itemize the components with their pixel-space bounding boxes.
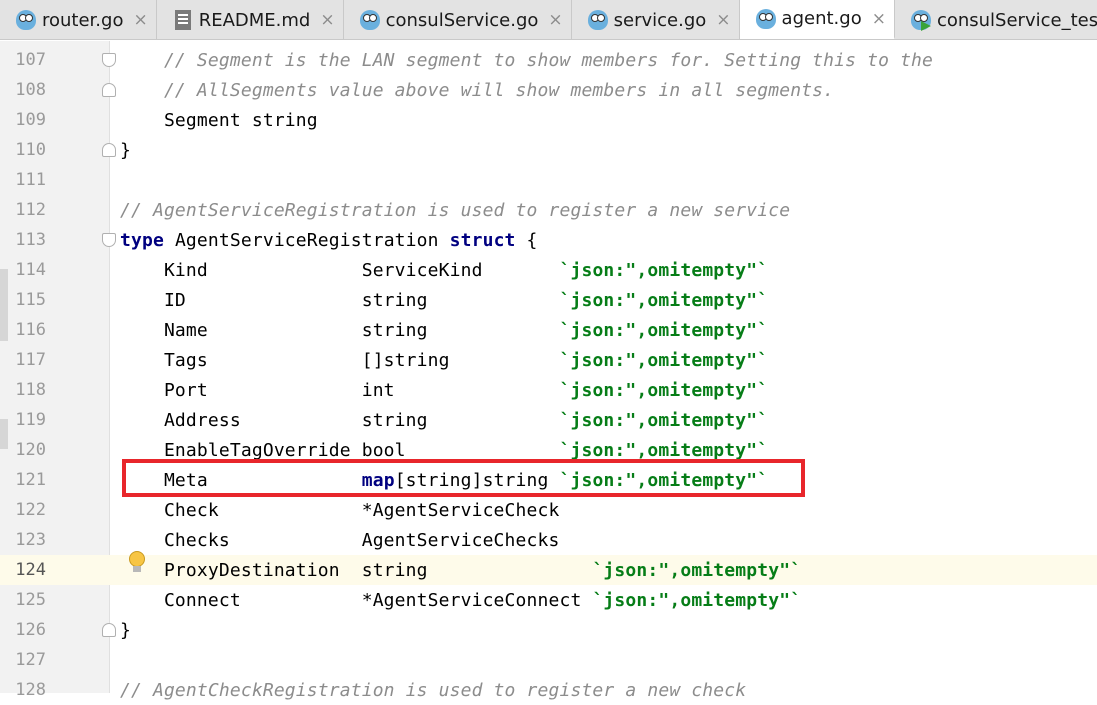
line-text: Tags []string `json:",omitempty"` <box>120 349 769 371</box>
code-line[interactable]: 109 Segment string <box>0 105 1097 135</box>
tab-label: consulService.go <box>385 9 539 31</box>
code-line[interactable]: 110 } <box>0 135 1097 165</box>
line-text: Address string `json:",omitempty"` <box>120 409 769 431</box>
line-text: Check *AgentServiceCheck <box>120 499 560 521</box>
line-text: ID string `json:",omitempty"` <box>120 289 769 311</box>
line-text: Connect *AgentServiceConnect `json:",omi… <box>120 589 802 611</box>
gopher-icon <box>359 9 380 31</box>
line-number: 112 <box>15 200 46 220</box>
close-icon[interactable]: × <box>320 10 334 30</box>
line-number: 108 <box>15 80 46 100</box>
code-line[interactable]: 119 Address string `json:",omitempty"` <box>0 405 1097 435</box>
line-text: EnableTagOverride bool `json:",omitempty… <box>120 439 769 461</box>
line-number: 119 <box>15 410 46 430</box>
fold-marker-icon[interactable] <box>102 53 116 67</box>
code-line[interactable]: 116 Name string `json:",omitempty"` <box>0 315 1097 345</box>
line-number: 127 <box>15 650 46 670</box>
gopher-icon <box>16 9 36 31</box>
code-line[interactable]: 125 Connect *AgentServiceConnect `json:"… <box>0 585 1097 615</box>
code-line[interactable]: 128 // AgentCheckRegistration is used to… <box>0 675 1097 705</box>
code-line[interactable]: 126 } <box>0 615 1097 645</box>
tab-label: router.go <box>42 9 124 31</box>
code-line[interactable]: 115 ID string `json:",omitempty"` <box>0 285 1097 315</box>
line-text: // Segment is the LAN segment to show me… <box>120 49 934 71</box>
line-number: 110 <box>15 140 46 160</box>
line-number: 125 <box>15 590 46 610</box>
fold-marker-icon[interactable] <box>102 623 116 637</box>
code-line-highlighted[interactable]: 121 Meta map[string]string `json:",omite… <box>0 465 1097 495</box>
line-text: Segment string <box>120 109 318 131</box>
lightbulb-icon[interactable] <box>127 551 147 577</box>
tab-consulservice-test-go[interactable]: consulService_test.go × <box>894 0 1097 39</box>
fold-marker-icon[interactable] <box>102 143 116 157</box>
markdown-file-icon <box>173 9 193 31</box>
line-number: 114 <box>15 260 46 280</box>
line-number: 113 <box>15 230 46 250</box>
code-line[interactable]: 122 Check *AgentServiceCheck <box>0 495 1097 525</box>
gopher-icon <box>755 8 776 30</box>
tab-router-go[interactable]: router.go × <box>0 0 157 39</box>
line-number: 124 <box>15 560 46 580</box>
editor-tab-bar: router.go × README.md × consulService.go… <box>0 0 1097 40</box>
line-text: } <box>120 619 131 641</box>
line-number: 121 <box>15 470 46 490</box>
code-line[interactable]: 118 Port int `json:",omitempty"` <box>0 375 1097 405</box>
line-number: 116 <box>15 320 46 340</box>
tab-consulservice-go[interactable]: consulService.go × <box>343 0 572 39</box>
line-text: Checks AgentServiceChecks <box>120 529 560 551</box>
tab-label: agent.go <box>781 8 862 29</box>
tab-agent-go[interactable]: agent.go × <box>739 0 895 39</box>
tab-service-go[interactable]: service.go × <box>571 0 740 39</box>
code-line[interactable]: 127 <box>0 645 1097 675</box>
line-text: // AllSegments value above will show mem… <box>120 79 835 101</box>
fold-marker-icon[interactable] <box>102 233 116 247</box>
line-text: Meta map[string]string `json:",omitempty… <box>120 469 769 491</box>
line-number: 118 <box>15 380 46 400</box>
line-text: // AgentCheckRegistration is used to reg… <box>120 679 747 701</box>
code-line[interactable]: 107 // Segment is the LAN segment to sho… <box>0 45 1097 75</box>
code-line[interactable]: 117 Tags []string `json:",omitempty"` <box>0 345 1097 375</box>
tab-label: consulService_test.go <box>936 9 1097 31</box>
code-line[interactable]: 123 Checks AgentServiceChecks <box>0 525 1097 555</box>
line-number: 120 <box>15 440 46 460</box>
tab-label: service.go <box>613 9 707 31</box>
close-icon[interactable]: × <box>133 10 147 30</box>
code-editor[interactable]: 107 // Segment is the LAN segment to sho… <box>0 41 1097 701</box>
gopher-icon <box>587 9 608 31</box>
line-text: type AgentServiceRegistration struct { <box>120 229 538 251</box>
line-text: Kind ServiceKind `json:",omitempty"` <box>120 259 769 281</box>
line-text: // AgentServiceRegistration is used to r… <box>120 199 791 221</box>
code-line[interactable]: 112 // AgentServiceRegistration is used … <box>0 195 1097 225</box>
code-line[interactable]: 120 EnableTagOverride bool `json:",omite… <box>0 435 1097 465</box>
code-line-current[interactable]: 124 ProxyDestination string `json:",omit… <box>0 555 1097 585</box>
close-icon[interactable]: × <box>872 9 886 29</box>
tab-readme-md[interactable]: README.md × <box>156 0 344 39</box>
line-number: 107 <box>15 50 46 70</box>
line-number: 128 <box>15 680 46 700</box>
fold-marker-icon[interactable] <box>102 83 116 97</box>
line-number: 126 <box>15 620 46 640</box>
line-text: Name string `json:",omitempty"` <box>120 319 769 341</box>
tab-label: README.md <box>198 9 311 31</box>
line-number: 109 <box>15 110 46 130</box>
line-number: 123 <box>15 530 46 550</box>
code-line[interactable]: 113 type AgentServiceRegistration struct… <box>0 225 1097 255</box>
line-number: 115 <box>15 290 46 310</box>
line-number: 117 <box>15 350 46 370</box>
line-number: 111 <box>15 170 46 190</box>
code-line[interactable]: 111 <box>0 165 1097 195</box>
close-icon[interactable]: × <box>716 10 730 30</box>
line-text: Port int `json:",omitempty"` <box>120 379 769 401</box>
line-text: ProxyDestination string `json:",omitempt… <box>120 559 802 581</box>
code-line[interactable]: 114 Kind ServiceKind `json:",omitempty"` <box>0 255 1097 285</box>
code-line[interactable]: 108 // AllSegments value above will show… <box>0 75 1097 105</box>
line-number: 122 <box>15 500 46 520</box>
gopher-test-icon <box>910 9 931 31</box>
line-text: } <box>120 139 131 161</box>
close-icon[interactable]: × <box>548 10 562 30</box>
